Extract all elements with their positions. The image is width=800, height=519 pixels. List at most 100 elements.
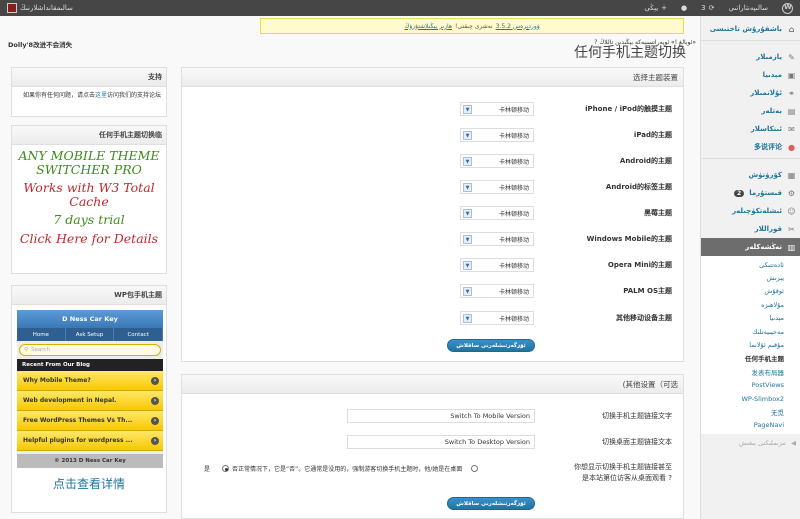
chevron-down-icon: ▼ xyxy=(463,105,472,114)
theme-row-ipad: ▼ 卡林顿移动 iPad的主题 xyxy=(182,128,683,143)
show-link-question-line2: 是本站第位访客从桌面观看 ? xyxy=(582,474,672,482)
pro-promo-banner[interactable]: ANY MOBILE THEME SWITCHER PRO Works with… xyxy=(12,145,166,250)
submenu-reading[interactable]: ئوقۇش xyxy=(701,285,800,298)
menu-duoshuo[interactable]: ● 多说评论 xyxy=(701,138,800,156)
submenu-postviews[interactable]: PostViews xyxy=(701,379,800,392)
other-settings-panel: (其他设置（可选 Switch To Mobile Version 切换手机主题… xyxy=(181,374,684,519)
preview-search: ⚲ Search xyxy=(19,344,161,356)
show-link-question: 你想显示切换手机主题链接甚至 xyxy=(574,463,672,471)
user-name: سالىم‍قانداشلارنىڭ xyxy=(20,4,73,12)
radio-yes[interactable] xyxy=(471,465,479,472)
submenu-wp-slimbox2[interactable]: WP-Slimbox2 xyxy=(701,392,800,405)
collapse-arrow-icon: ◀ xyxy=(791,439,796,448)
mobile-theme-preview[interactable]: D Ness Car Key Home Ask Setup Contact ⚲ S… xyxy=(17,310,164,468)
row-label: PALM OS主题 xyxy=(623,287,672,295)
chevron-right-icon: › xyxy=(151,436,159,445)
opera-mini-theme-select[interactable]: ▼ 卡林顿移动 xyxy=(460,258,534,272)
radio-no[interactable] xyxy=(222,465,230,472)
collapse-menu-button[interactable]: ◀ تىزىملىكنى يىغىش xyxy=(701,434,800,452)
menu-users[interactable]: ☺ ئىشلەتكۈچىلەر xyxy=(701,202,800,220)
preview-footer: © 2013 D Ness Car Key xyxy=(17,454,163,468)
submenu-wumii[interactable]: 无觅 xyxy=(701,405,800,418)
radio-no-label: 否正常情况下，它是“否”。它通常是没用的，强制游客切换手机主题时，他/她是在桌面 xyxy=(232,466,463,473)
chevron-down-icon: ▼ xyxy=(463,209,472,218)
support-widget-title: 支持 xyxy=(12,68,166,87)
save-other-settings-button[interactable]: ئۆزگەرتىشلەرنى ساقلاش xyxy=(447,497,535,510)
row-label: 其他移动设备主题 xyxy=(616,314,672,322)
device-theme-panel: 选择主题装置 ▼ 卡林顿移动 iPhone / iPod的触摸主题 ▼ 卡林顿移动 iP… xyxy=(181,67,684,362)
duoshuo-icon: ● xyxy=(788,142,795,152)
menu-label: قوراللار xyxy=(754,225,782,233)
theme-row-iphone: ▼ 卡林顿移动 iPhone / iPod的触摸主题 xyxy=(182,102,683,117)
support-text: 如果你有任何问题，请点击 xyxy=(22,92,95,99)
android-tablet-theme-select[interactable]: ▼ 卡林顿移动 xyxy=(460,180,534,194)
submenu-privacy[interactable]: مەخپىيەتلىك xyxy=(701,325,800,338)
preview-post-title: Free WordPress Themes Vs Th... xyxy=(23,417,133,424)
menu-media[interactable]: ▣ مېدىيا xyxy=(701,66,800,84)
ipad-theme-select[interactable]: ▼ 卡林顿移动 xyxy=(460,128,534,142)
row-label: iPad的主题 xyxy=(633,131,672,139)
submenu-writing[interactable]: يېزىش xyxy=(701,271,800,284)
my-account-menu[interactable]: سالىم‍قانداشلارنىڭ xyxy=(0,0,80,16)
menu-dashboard[interactable]: ⌂ باشقۇرۇش تاختىسى xyxy=(701,20,800,38)
other-device-theme-select[interactable]: ▼ 卡林顿移动 xyxy=(460,311,534,325)
chevron-down-icon: ▼ xyxy=(463,314,472,323)
desktop-link-text-input[interactable]: Switch To Desktop Version xyxy=(347,435,535,449)
chevron-right-icon: › xyxy=(151,376,159,385)
android-theme-select[interactable]: ▼ 卡林顿移动 xyxy=(460,154,534,168)
submenu-discussion[interactable]: مۇلاھىزە xyxy=(701,298,800,311)
site-name-menu[interactable]: سالىپەنتاراتىي xyxy=(721,0,775,16)
media-icon: ▣ xyxy=(787,70,796,80)
updates-menu[interactable]: ⟳ 3 xyxy=(694,0,721,16)
chevron-right-icon: › xyxy=(151,416,159,425)
menu-links[interactable]: ⚭ ئۇلانمىلار xyxy=(701,84,800,102)
theme-row-blackberry: ▼ 卡林顿移动 黑莓主题 xyxy=(182,206,683,221)
chevron-down-icon: ▼ xyxy=(463,131,472,140)
preview-blog-header: Recent From Our Blog xyxy=(17,359,163,371)
version-link[interactable]: ۋوردپرەس 3.5.2 xyxy=(496,23,540,30)
comments-menu[interactable]: ● xyxy=(674,0,694,16)
row-label: Windows Mobile的主题 xyxy=(586,235,672,243)
submenu-layout[interactable]: 发表布局器 xyxy=(701,365,800,378)
select-value: 卡林顿移动 xyxy=(498,315,529,323)
submenu-general[interactable]: ئادەتتىكى xyxy=(701,258,800,271)
save-changes-button[interactable]: ئۆزگەرتىشلەرنى ساقلاش xyxy=(447,339,535,352)
update-now-link[interactable]: ھازىر يېڭىلاشتۇرۇڭ xyxy=(404,23,452,30)
blackberry-theme-select[interactable]: ▼ 卡林顿移动 xyxy=(460,206,534,220)
menu-tools[interactable]: ✂ قوراللار xyxy=(701,220,800,238)
support-forum-link[interactable]: 这里 xyxy=(95,92,107,99)
new-content-menu[interactable]: + يېڭى xyxy=(637,0,674,16)
menu-comments[interactable]: ✉ ئىنكاسلار xyxy=(701,120,800,138)
plugin-update-badge: 2 xyxy=(734,189,745,197)
view-details-link[interactable]: 点击查看详情 xyxy=(12,475,166,492)
menu-pages[interactable]: ▤ بەتلەر xyxy=(701,102,800,120)
link-icon: ⚭ xyxy=(788,88,795,98)
palm-os-theme-select[interactable]: ▼ 卡林顿移动 xyxy=(460,284,534,298)
comment-bubble-icon: ● xyxy=(681,4,688,12)
submenu-any-mobile-theme[interactable]: 任何手机主题 xyxy=(701,352,800,365)
chevron-down-icon: ▼ xyxy=(463,261,472,270)
settings-submenu: ئادەتتىكى يېزىش ئوقۇش مۇلاھىزە مېدىيا مە… xyxy=(701,256,800,435)
comments-icon: ✉ xyxy=(788,124,795,134)
menu-plugins[interactable]: ⚙ قىستۇرما 2 xyxy=(701,184,800,202)
windows-mobile-theme-select[interactable]: ▼ 卡林顿移动 xyxy=(460,232,534,246)
submenu-media[interactable]: مېدىيا xyxy=(701,312,800,325)
menu-appearance[interactable]: ▦ كۆرۈنۈش xyxy=(701,166,800,184)
support-widget: 支持 如果你有任何问题，请点击这里访问我们的支持论坛 xyxy=(11,67,167,117)
row-label: Opera Mini的主题 xyxy=(607,261,672,269)
iphone-theme-select[interactable]: ▼ 卡林顿移动 xyxy=(460,102,534,116)
submenu-permalinks[interactable]: مۇقىم ئۇلانما xyxy=(701,338,800,351)
theme-row-other: ▼ 卡林顿移动 其他移动设备主题 xyxy=(182,311,683,326)
users-icon: ☺ xyxy=(787,206,796,216)
mobile-link-text-input[interactable]: Switch To Mobile Version xyxy=(347,409,535,423)
submenu-pagenavi[interactable]: PageNavi xyxy=(701,419,800,432)
preview-site-title: D Ness Car Key xyxy=(17,310,163,328)
menu-posts[interactable]: ✎ يازمىلار xyxy=(701,48,800,66)
menu-separator xyxy=(701,40,800,46)
select-value: 卡林顿移动 xyxy=(498,158,529,166)
menu-settings[interactable]: ▥ تەڭشەكلەر xyxy=(701,238,800,256)
promo-line-w3tc: Works with W3 Total Cache xyxy=(23,179,155,210)
wp-logo-menu[interactable] xyxy=(775,0,800,16)
select-value: 卡林顿移动 xyxy=(498,262,529,270)
chevron-down-icon: ▼ xyxy=(463,183,472,192)
